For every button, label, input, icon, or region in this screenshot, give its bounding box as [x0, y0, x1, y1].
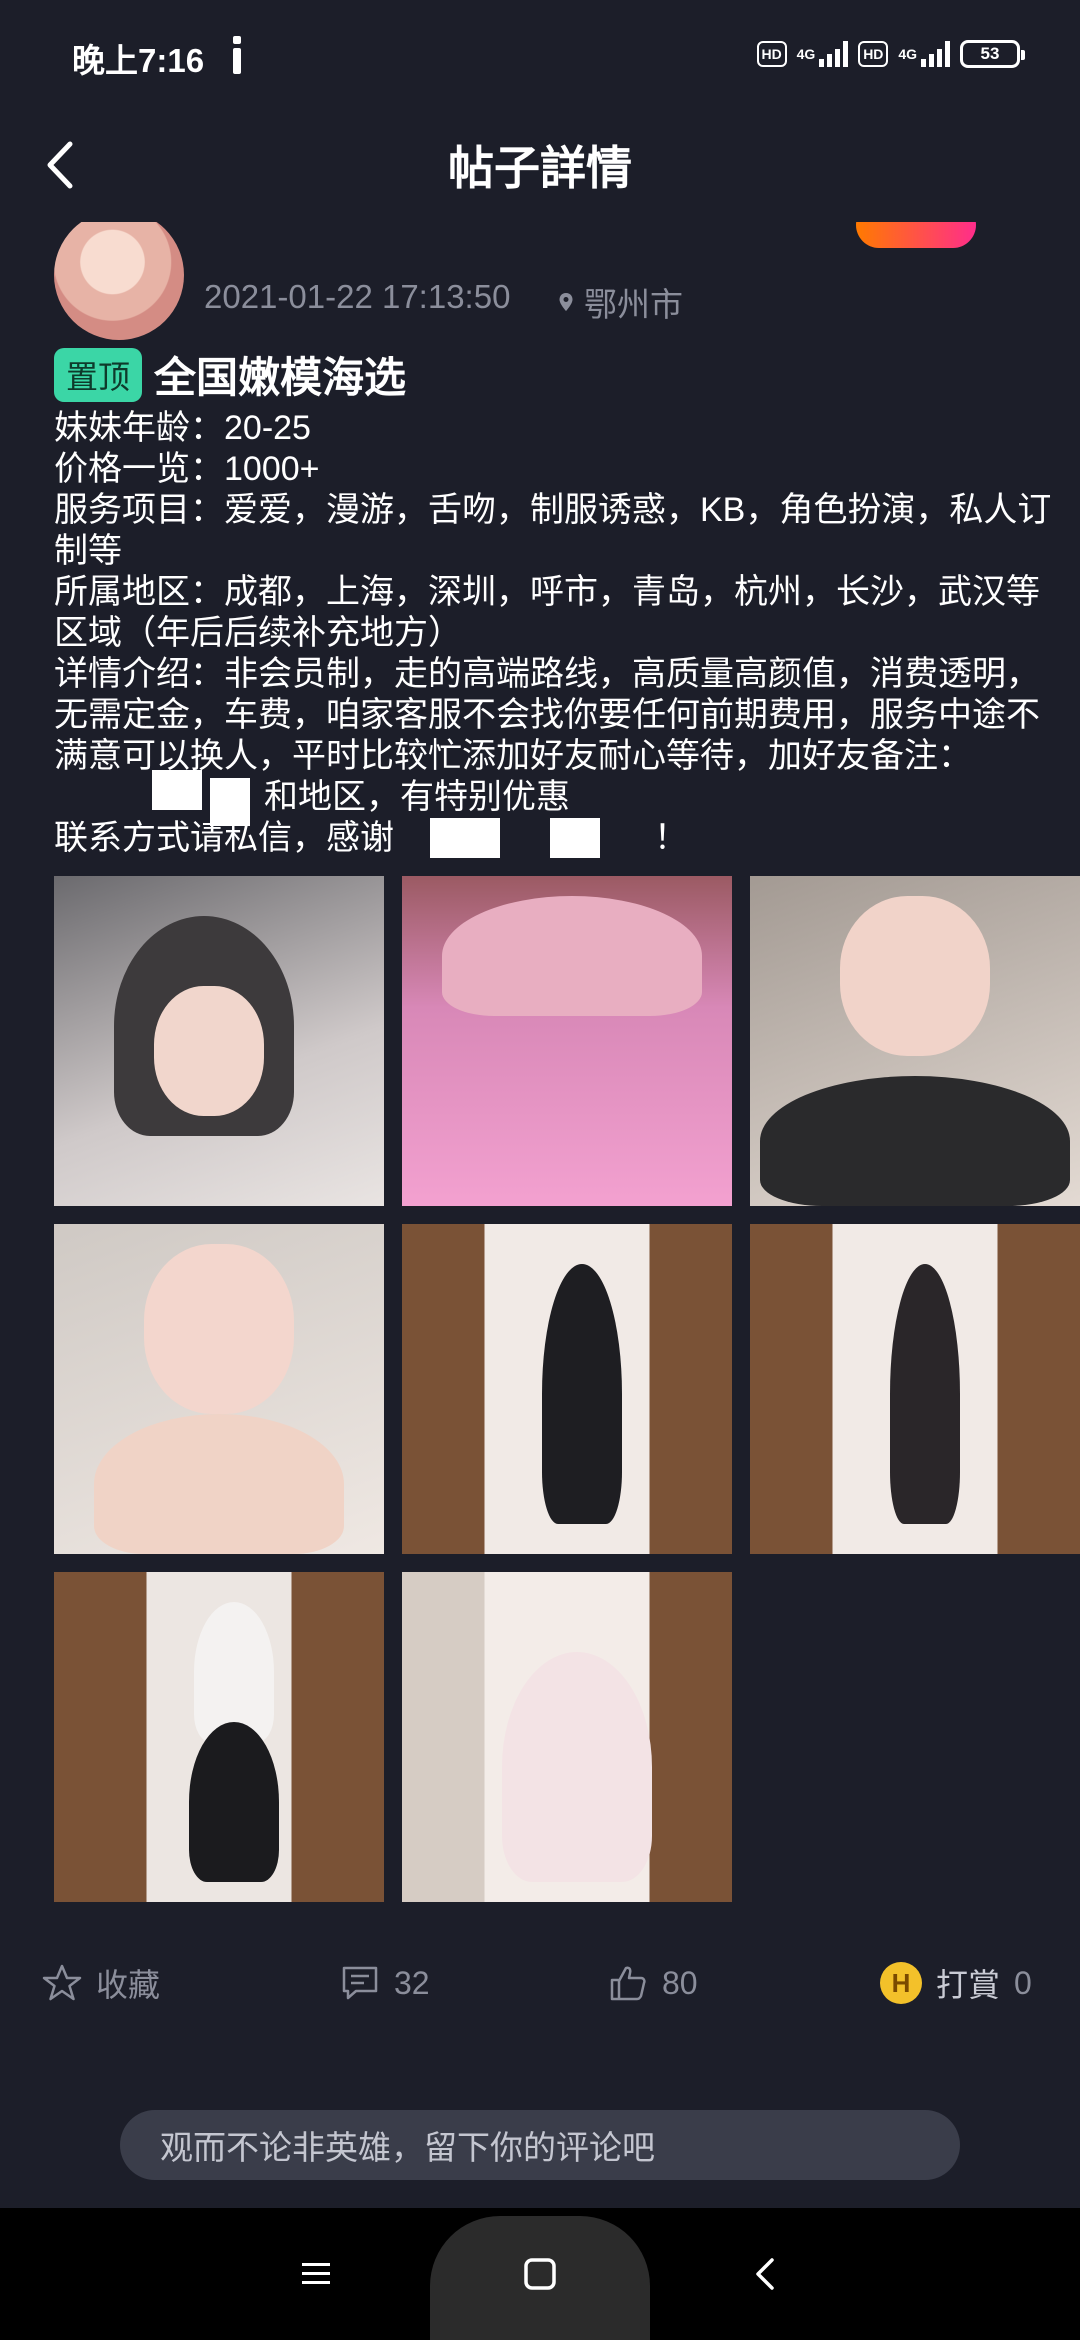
hd-badge: HD	[756, 41, 787, 67]
body-line-price: 价格一览：1000+	[54, 450, 320, 488]
star-icon	[42, 1964, 82, 2001]
redaction-block	[550, 818, 600, 858]
thumbs-up-icon	[610, 1966, 646, 2001]
like-count: 80	[662, 1964, 698, 2001]
status-bar: 晚上7:16 HD 4G HD 4G 53	[0, 0, 1080, 110]
info-icon	[233, 36, 241, 74]
coin-icon: H	[880, 1962, 922, 2004]
redaction-block	[430, 818, 500, 858]
redaction-block	[210, 778, 250, 826]
photo-thumbnail[interactable]	[750, 876, 1080, 1206]
page-title: 帖子詳情	[448, 142, 632, 194]
comment-count: 32	[394, 1964, 430, 2001]
body-line-details: 详情介绍：非会员制，走的高端路线，高质量高颜值，消费透明，无需定金，车费，咱家客…	[54, 655, 1040, 775]
action-bar: 收藏 32 80 H 打賞 0	[0, 1938, 1080, 2028]
reward-label: 打賞	[936, 1967, 1001, 2003]
post-datetime: 2021-01-22 17:13:50	[204, 278, 511, 315]
post-body: 妹妹年龄：20-25 价格一览：1000+ 服务项目：爱爱，漫游，舌吻，制服诱惑…	[54, 408, 1066, 859]
body-line-age: 妹妹年龄：20-25	[54, 409, 311, 447]
favorite-label: 收藏	[96, 1967, 161, 2003]
status-time: 晚上7:16	[72, 42, 205, 79]
back-chevron-icon	[756, 2258, 774, 2290]
hd-badge: HD	[858, 41, 889, 67]
comment-placeholder: 观而不论非英雄，留下你的评论吧	[160, 2129, 655, 2166]
home-button[interactable]	[510, 2244, 570, 2304]
post-location: 鄂州市	[558, 278, 683, 326]
photo-thumbnail[interactable]	[54, 1224, 384, 1554]
network-type: 4G	[796, 46, 816, 62]
photo-thumbnail[interactable]	[750, 1224, 1080, 1554]
pinned-badge: 置顶	[54, 347, 143, 402]
back-button[interactable]	[736, 2244, 796, 2304]
avatar[interactable]	[54, 222, 184, 340]
vip-tag	[856, 222, 976, 248]
photo-thumbnail[interactable]	[402, 1572, 732, 1902]
photo-thumbnail[interactable]	[402, 1224, 732, 1554]
photo-thumbnail[interactable]	[402, 876, 732, 1206]
photo-thumbnail[interactable]	[54, 1572, 384, 1902]
redaction-block	[152, 770, 202, 810]
reward-button[interactable]: H 打賞 0	[880, 1938, 1032, 2028]
home-square-icon	[524, 2258, 556, 2290]
post-title-row: 置顶 全国嫩模海选	[54, 344, 406, 405]
comment-icon	[342, 1966, 378, 2000]
location-pin-icon	[559, 293, 573, 311]
comments-button[interactable]: 32	[340, 1938, 430, 2028]
signal-icon	[819, 41, 849, 67]
post-title: 全国嫩模海选	[154, 354, 407, 401]
status-icons: HD 4G HD 4G 53	[756, 32, 1025, 76]
network-type: 4G	[898, 46, 917, 62]
body-line-services: 服务项目：爱爱，漫游，舌吻，制服诱惑，KB，角色扮演，私人订制等	[54, 491, 1052, 570]
reward-count: 0	[1014, 1964, 1032, 2001]
signal-icon	[921, 41, 950, 67]
menu-button[interactable]	[286, 2244, 346, 2304]
photo-thumbnail[interactable]	[54, 876, 384, 1206]
system-nav-bar	[0, 2208, 1080, 2340]
post-content[interactable]: 2021-01-22 17:13:50 鄂州市 置顶 全国嫩模海选 妹妹年龄：2…	[0, 222, 1080, 1932]
body-line-regions: 所属地区：成都，上海，深圳，呼市，青岛，杭州，长沙，武汉等区域（年后后续补充地方…	[54, 573, 1040, 652]
like-button[interactable]: 80	[608, 1938, 698, 2028]
comment-input[interactable]: 观而不论非英雄，留下你的评论吧	[120, 2110, 960, 2180]
favorite-button[interactable]: 收藏	[42, 1938, 160, 2028]
contact-end: ！	[654, 819, 688, 857]
location-text: 鄂州市	[584, 286, 683, 323]
menu-icon	[302, 2263, 330, 2284]
body-line-discount: 和地区，有特别优惠	[264, 778, 570, 816]
header: 帖子詳情	[0, 110, 1080, 220]
battery-icon: 53	[960, 40, 1025, 68]
